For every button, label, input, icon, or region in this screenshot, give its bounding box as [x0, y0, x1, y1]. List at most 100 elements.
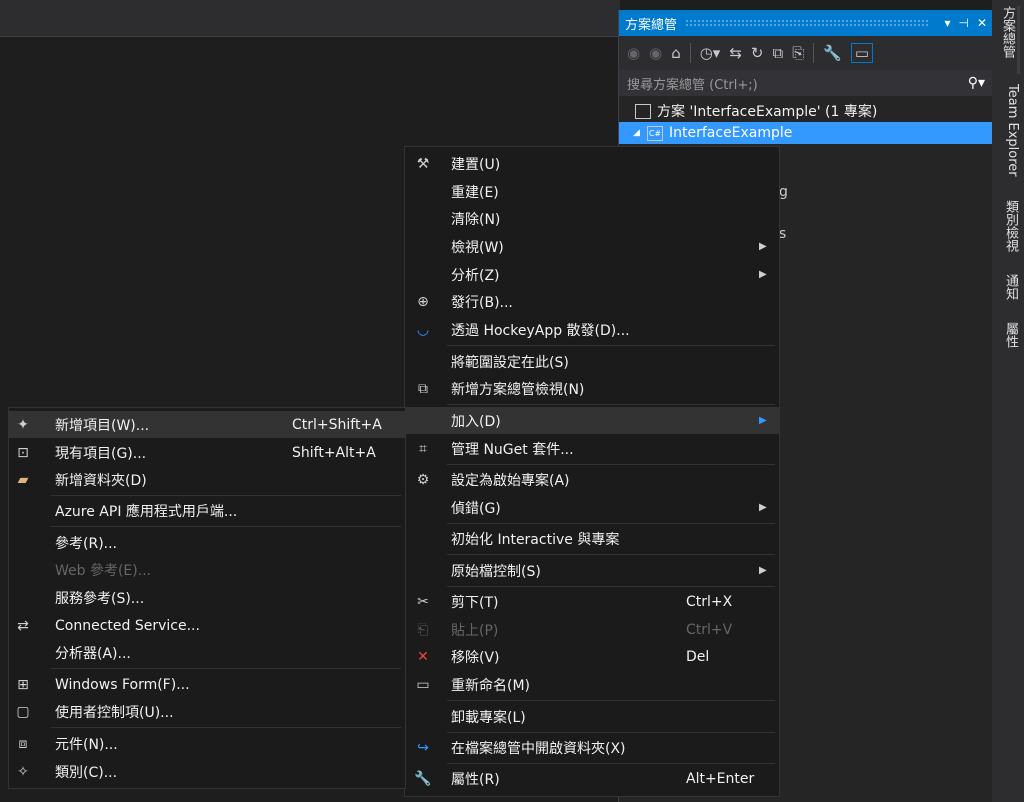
- menu-item-azure-api-client[interactable]: Azure API 應用程式用戶端...: [9, 497, 405, 524]
- menu-item-class[interactable]: ✧ 類別(C)...: [9, 758, 405, 785]
- forward-icon[interactable]: ◉: [649, 44, 662, 62]
- side-tab-strip: 方案總管 Team Explorer 類別檢視 通知 屬性: [992, 0, 1024, 802]
- collapse-all-icon[interactable]: ⧉: [773, 44, 784, 62]
- menu-item-publish[interactable]: ⊕ 發行(B)...: [405, 288, 779, 315]
- menu-item-label: 原始檔控制(S): [451, 563, 541, 580]
- solution-explorer-titlebar[interactable]: 方案總管 ▾ ⊣ ✕: [619, 10, 993, 36]
- menu-item-service-reference[interactable]: 服務參考(S)...: [9, 584, 405, 611]
- menu-item-label: 重新命名(M): [451, 677, 531, 694]
- menu-item-analyzer[interactable]: 分析器(A)...: [9, 639, 405, 666]
- close-icon[interactable]: ✕: [977, 16, 987, 30]
- menu-item-existing-item[interactable]: ⊡ 現有項目(G)... Shift+Alt+A: [9, 439, 405, 466]
- side-tab-notifications[interactable]: 通知: [992, 274, 1020, 314]
- window-position-dropdown-icon[interactable]: ▾: [944, 16, 950, 30]
- menu-item-label: Windows Form(F)...: [55, 676, 190, 693]
- magnifier-icon[interactable]: ⚲▾: [968, 75, 985, 91]
- new-item-icon: ✦: [17, 416, 29, 433]
- search-input[interactable]: 搜尋方案總管 (Ctrl+;): [627, 74, 968, 93]
- menu-item-hockeyapp[interactable]: ◡ 透過 HockeyApp 散發(D)...: [405, 316, 779, 343]
- menu-separator: [51, 526, 401, 527]
- expand-arrow-icon[interactable]: ◢: [633, 128, 647, 138]
- tree-partial-text: g: [779, 184, 788, 200]
- scissors-icon: ✂: [417, 593, 429, 610]
- submenu-arrow-icon: ▶: [759, 269, 767, 280]
- menu-item-add[interactable]: 加入(D) ▶: [405, 407, 779, 434]
- windows-form-icon: ⊞: [17, 676, 29, 693]
- menu-item-label: 設定為啟始專案(A): [451, 472, 570, 489]
- back-icon[interactable]: ◉: [627, 44, 640, 62]
- menu-item-label: 新增方案總管檢視(N): [451, 381, 585, 398]
- menu-item-label: 參考(R)...: [55, 535, 118, 552]
- refresh-icon[interactable]: ↻: [751, 44, 764, 62]
- menu-item-connected-service[interactable]: ⇄ Connected Service...: [9, 612, 405, 639]
- menu-item-unload-project[interactable]: 卸載專案(L): [405, 703, 779, 730]
- solution-icon: [635, 103, 651, 119]
- editor-tab-bar: [0, 0, 620, 37]
- menu-item-rename[interactable]: ▭ 重新命名(M): [405, 671, 779, 698]
- menu-item-set-startup-project[interactable]: ⚙ 設定為啟始專案(A): [405, 466, 779, 493]
- menu-item-debug[interactable]: 偵錯(G) ▶: [405, 494, 779, 521]
- submenu-arrow-icon: ▶: [759, 241, 767, 252]
- menu-item-shortcut: Del: [686, 648, 710, 665]
- menu-separator: [51, 495, 401, 496]
- menu-item-reference[interactable]: 參考(R)...: [9, 529, 405, 556]
- connected-service-icon: ⇄: [17, 617, 29, 634]
- sync-active-document-icon[interactable]: ⇆: [729, 44, 742, 62]
- solution-explorer-search[interactable]: 搜尋方案總管 (Ctrl+;) ⚲▾: [619, 70, 993, 96]
- preview-selected-items-icon[interactable]: ▭: [850, 43, 874, 63]
- menu-item-label: Connected Service...: [55, 617, 200, 634]
- menu-item-label: 新增資料夾(D): [55, 472, 147, 489]
- menu-item-analyze[interactable]: 分析(Z) ▶: [405, 261, 779, 288]
- toolbar-separator: [813, 43, 815, 63]
- menu-item-init-interactive[interactable]: 初始化 Interactive 與專案: [405, 525, 779, 552]
- open-folder-arrow-icon: ↪: [417, 739, 429, 756]
- menu-item-new-item[interactable]: ✦ 新增項目(W)... Ctrl+Shift+A: [9, 411, 405, 438]
- menu-item-scope-to-this[interactable]: 將範圍設定在此(S): [405, 348, 779, 375]
- menu-item-label: 屬性(R): [451, 771, 500, 788]
- show-all-files-icon[interactable]: ⎘: [792, 44, 804, 62]
- menu-item-label: 貼上(P): [451, 622, 499, 639]
- menu-item-label: 檢視(W): [451, 239, 504, 256]
- side-tab-solution-explorer[interactable]: 方案總管: [992, 6, 1020, 74]
- menu-item-label: 清除(N): [451, 211, 501, 228]
- tree-item-project[interactable]: ◢ C# InterfaceExample: [619, 122, 993, 144]
- menu-item-windows-form[interactable]: ⊞ Windows Form(F)...: [9, 671, 405, 698]
- home-icon[interactable]: ⌂: [671, 44, 681, 62]
- menu-item-remove[interactable]: ✕ 移除(V) Del: [405, 643, 779, 670]
- tree-item-label: InterfaceExample: [669, 125, 793, 141]
- user-control-icon: ▢: [16, 703, 30, 720]
- tree-item-label: 方案 'InterfaceExample' (1 專案): [657, 104, 878, 120]
- menu-separator: [447, 523, 775, 524]
- add-submenu: ✦ 新增項目(W)... Ctrl+Shift+A ⊡ 現有項目(G)... Shift…: [8, 407, 406, 789]
- menu-item-manage-nuget[interactable]: ⌗ 管理 NuGet 套件...: [405, 435, 779, 462]
- side-tab-team-explorer[interactable]: Team Explorer: [992, 84, 1020, 194]
- menu-item-new-solution-explorer-view[interactable]: ⧉ 新增方案總管檢視(N): [405, 375, 779, 402]
- menu-item-component[interactable]: ⧈ 元件(N)...: [9, 730, 405, 757]
- menu-item-user-control[interactable]: ▢ 使用者控制項(U)...: [9, 698, 405, 725]
- properties-wrench-icon[interactable]: 🔧: [823, 44, 842, 62]
- menu-item-cut[interactable]: ✂ 剪下(T) Ctrl+X: [405, 588, 779, 615]
- menu-item-view[interactable]: 檢視(W) ▶: [405, 233, 779, 260]
- menu-separator: [447, 345, 775, 346]
- menu-separator: [447, 464, 775, 465]
- menu-item-shortcut: Alt+Enter: [686, 770, 755, 787]
- side-tab-class-view[interactable]: 類別檢視: [992, 200, 1020, 266]
- menu-item-label: 元件(N)...: [55, 736, 118, 753]
- menu-item-clean[interactable]: 清除(N): [405, 205, 779, 232]
- menu-item-shortcut: Ctrl+V: [686, 621, 733, 638]
- pin-icon[interactable]: ⊣: [958, 16, 968, 30]
- menu-item-source-control[interactable]: 原始檔控制(S) ▶: [405, 557, 779, 584]
- menu-item-build[interactable]: ⚒ 建置(U): [405, 150, 779, 177]
- wrench-icon: 🔧: [414, 770, 432, 787]
- menu-separator: [51, 727, 401, 728]
- tree-item-solution[interactable]: 方案 'InterfaceExample' (1 專案): [619, 100, 993, 122]
- menu-item-label: 加入(D): [451, 413, 501, 430]
- menu-item-open-folder[interactable]: ↪ 在檔案總管中開啟資料夾(X): [405, 734, 779, 761]
- pending-changes-filter-icon[interactable]: ◷▾: [700, 44, 721, 62]
- menu-item-properties[interactable]: 🔧 屬性(R) Alt+Enter: [405, 765, 779, 792]
- side-tab-properties[interactable]: 屬性: [992, 322, 1020, 362]
- menu-item-new-folder[interactable]: ▰ 新增資料夾(D): [9, 466, 405, 493]
- menu-separator: [447, 732, 775, 733]
- menu-item-rebuild[interactable]: 重建(E): [405, 178, 779, 205]
- gear-icon: ⚙: [416, 471, 430, 488]
